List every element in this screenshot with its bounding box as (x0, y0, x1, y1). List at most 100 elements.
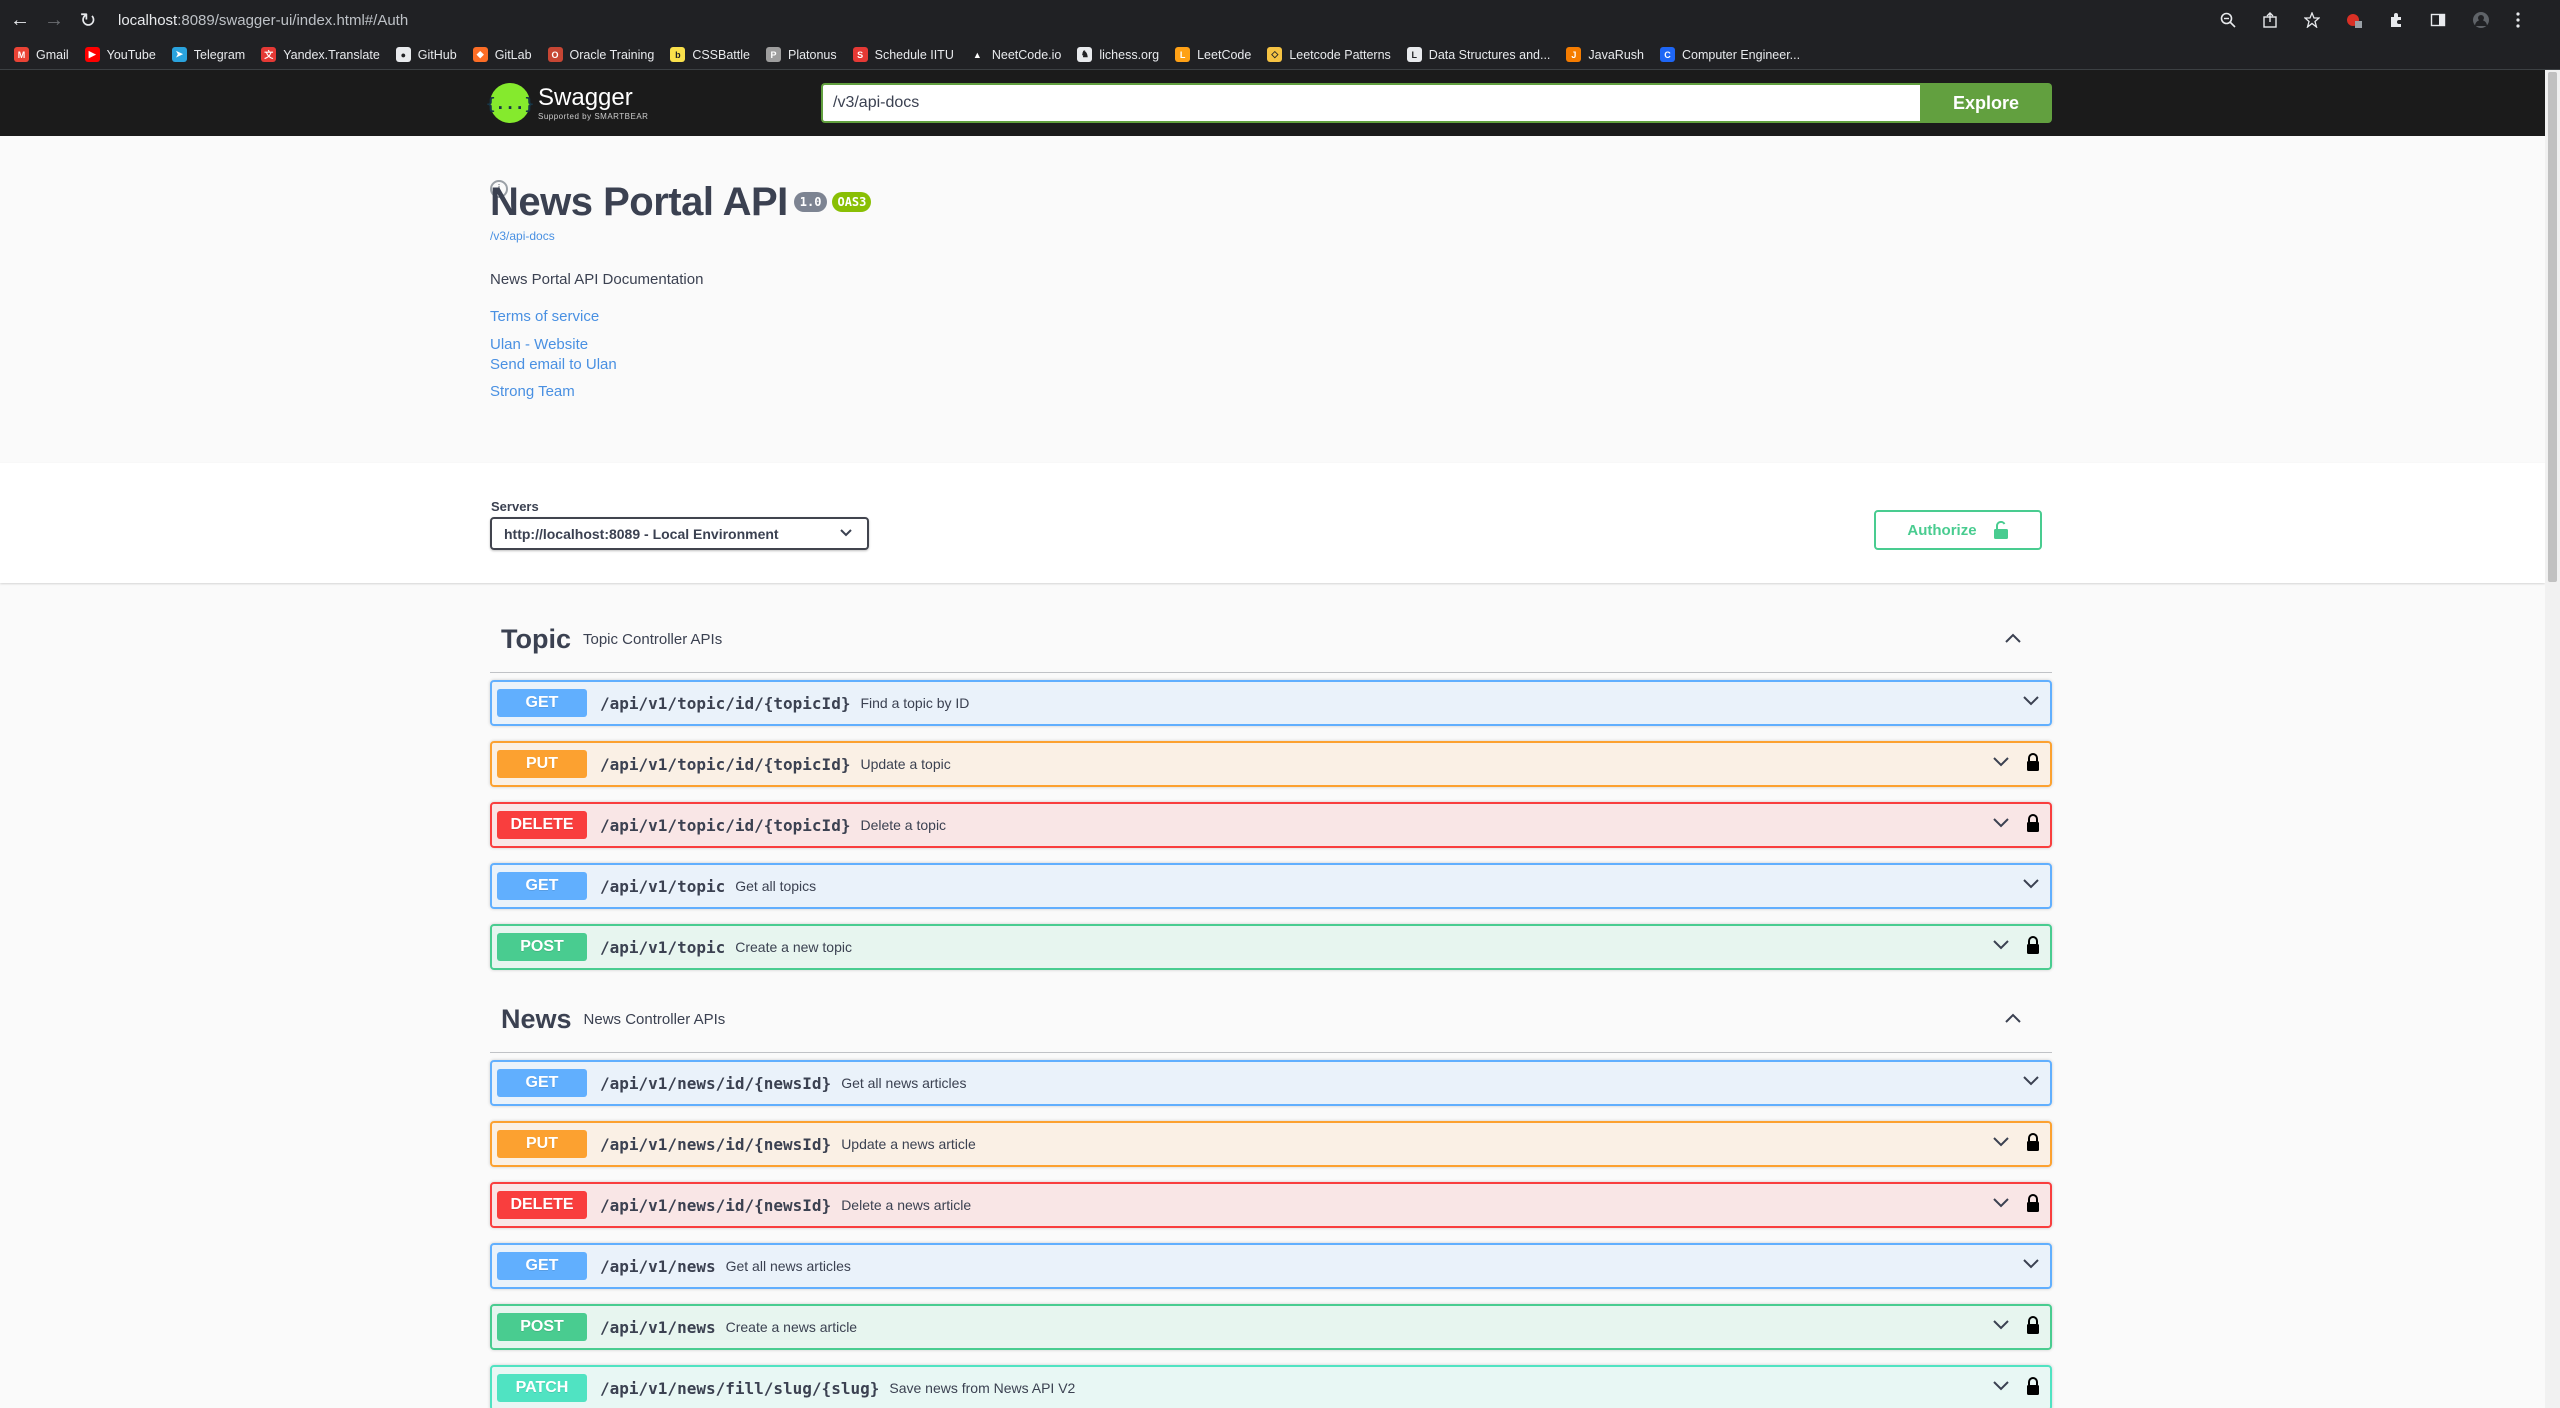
bookmark-favicon-icon: L (1406, 47, 1422, 62)
swagger-logo[interactable]: {...} Swagger Supported by SMARTBEAR (486, 83, 649, 123)
license-link[interactable]: Strong Team (490, 383, 2060, 400)
back-arrow-icon[interactable]: ← (6, 6, 34, 34)
side-panel-icon[interactable] (2430, 12, 2446, 28)
operation-row[interactable]: PUT/api/v1/topic/id/{topicId} Update a to… (490, 741, 2052, 787)
bookmark-item[interactable]: P Platonus (765, 47, 837, 62)
email-link[interactable]: Send email to Ulan (490, 356, 2060, 373)
bookmark-item[interactable]: ◇ Leetcode Patterns (1267, 47, 1391, 62)
operation-row[interactable]: GET/api/v1/news Get all news articles (490, 1243, 2052, 1289)
lock-icon[interactable] (2026, 813, 2040, 837)
scrollbar-thumb[interactable] (2548, 72, 2557, 582)
bookmark-item[interactable]: ▶ YouTube (84, 47, 156, 62)
operation-actions (1992, 1123, 2040, 1165)
bookmark-item[interactable]: L Data Structures and... (1406, 47, 1550, 62)
bookmark-favicon-icon: J (1566, 47, 1582, 62)
bookmark-item[interactable]: ◆ GitLab (472, 47, 532, 62)
tag-section-header[interactable]: Topic Topic Controller APIs (490, 607, 2052, 673)
operation-row[interactable]: PATCH/api/v1/news/fill/slug/{slug} Save n… (490, 1365, 2052, 1408)
bookmark-item[interactable]: b CSSBattle (670, 47, 750, 62)
bookmark-item[interactable]: M Gmail (14, 47, 69, 62)
address-bar[interactable]: i localhost:8089/swagger-ui/index.html#/… (118, 5, 2220, 198)
browser-toolbar: ← → ↻ i localhost:8089/swagger-ui/index.… (0, 0, 2560, 198)
http-method-badge: PUT (497, 750, 587, 778)
share-icon[interactable] (2262, 12, 2278, 28)
zoom-icon[interactable] (2220, 12, 2236, 28)
operation-row[interactable]: POST/api/v1/topic Create a new topic (490, 924, 2052, 970)
chevron-up-icon[interactable] (2004, 631, 2022, 649)
operation-path: /api/v1/news/id/{newsId} (600, 1073, 832, 1093)
authorize-button[interactable]: Authorize (1874, 510, 2042, 550)
chevron-down-icon[interactable] (2022, 694, 2040, 712)
operation-actions (2022, 682, 2040, 724)
bookmark-item[interactable]: S Schedule IITU (852, 47, 954, 62)
operation-row[interactable]: DELETE/api/v1/topic/id/{topicId} Delete a… (490, 802, 2052, 848)
oas-badge: OAS3 (832, 192, 872, 212)
forward-arrow-icon[interactable]: → (40, 6, 68, 34)
bookmark-item[interactable]: C Computer Engineer... (1659, 47, 1800, 62)
extension-badge-icon[interactable] (2346, 12, 2362, 28)
api-docs-link[interactable]: /v3/api-docs (490, 229, 2060, 243)
bookmark-item[interactable]: ➤ Telegram (171, 47, 245, 62)
chevron-up-icon[interactable] (2004, 1011, 2022, 1029)
operation-row[interactable]: GET/api/v1/topic/id/{topicId} Find a topi… (490, 680, 2052, 726)
bookmark-item[interactable]: ● GitHub (395, 47, 457, 62)
page-scrollbar[interactable] (2545, 70, 2560, 1408)
bookmark-label: YouTube (106, 47, 156, 62)
chevron-down-icon[interactable] (1992, 816, 2010, 834)
bookmark-item[interactable]: ▲ NeetCode.io (969, 47, 1061, 62)
operation-path: /api/v1/news (600, 1256, 716, 1276)
servers-select[interactable]: http://localhost:8089 - Local Environmen… (490, 517, 869, 550)
explore-button[interactable]: Explore (1920, 83, 2052, 123)
operation-path: /api/v1/topic/id/{topicId} (600, 693, 851, 713)
bookmark-favicon-icon: P (765, 47, 781, 62)
lock-icon[interactable] (2026, 752, 2040, 776)
bookmark-item[interactable]: 文 Yandex.Translate (261, 47, 380, 62)
lock-icon[interactable] (2026, 1376, 2040, 1400)
chevron-down-icon[interactable] (2022, 1257, 2040, 1275)
bookmark-item[interactable]: L LeetCode (1175, 47, 1251, 62)
tag-section-header[interactable]: News News Controller APIs (490, 987, 2052, 1053)
extensions-puzzle-icon[interactable] (2388, 12, 2404, 28)
bookmark-item[interactable]: O Oracle Training (547, 47, 654, 62)
chevron-down-icon[interactable] (1992, 1196, 2010, 1214)
operation-summary: Create a news article (725, 1319, 858, 1335)
lock-icon[interactable] (2026, 935, 2040, 959)
tag-description: News Controller APIs (583, 1011, 726, 1028)
operation-row[interactable]: GET/api/v1/topic Get all topics (490, 863, 2052, 909)
lock-icon[interactable] (2026, 1315, 2040, 1339)
operation-path: /api/v1/topic/id/{topicId} (600, 754, 851, 774)
bookmark-favicon-icon: ● (395, 47, 411, 62)
http-method-badge: GET (497, 1069, 587, 1097)
lock-icon[interactable] (2026, 1193, 2040, 1217)
chevron-down-icon[interactable] (1992, 1379, 2010, 1397)
bookmark-item[interactable]: J JavaRush (1566, 47, 1644, 62)
chevron-down-icon[interactable] (2022, 1074, 2040, 1092)
chevron-down-icon[interactable] (1992, 1135, 2010, 1153)
operation-row[interactable]: POST/api/v1/news Create a news article (490, 1304, 2052, 1350)
chevron-down-icon[interactable] (1992, 1318, 2010, 1336)
terms-of-service-link[interactable]: Terms of service (490, 308, 2060, 325)
operation-row[interactable]: PUT/api/v1/news/id/{newsId} Update a news… (490, 1121, 2052, 1167)
operation-actions (1992, 1184, 2040, 1226)
lock-icon[interactable] (2026, 1132, 2040, 1156)
tag-name: News (501, 1004, 572, 1034)
swagger-logo-subtext: Supported by SMARTBEAR (538, 111, 649, 121)
chevron-down-icon[interactable] (1992, 938, 2010, 956)
website-link[interactable]: Ulan - Website (490, 336, 2060, 353)
operation-actions (1992, 743, 2040, 785)
bookmark-item[interactable]: ♞ lichess.org (1077, 47, 1159, 62)
operation-row[interactable]: DELETE/api/v1/news/id/{newsId} Delete a n… (490, 1182, 2052, 1228)
browser-menu-icon[interactable] (2516, 12, 2520, 28)
reload-icon[interactable]: ↻ (74, 6, 102, 34)
profile-avatar-icon[interactable] (2472, 11, 2490, 29)
chevron-down-icon[interactable] (2022, 877, 2040, 895)
page-title: News Portal API (490, 180, 788, 224)
operation-path: /api/v1/topic (600, 876, 726, 896)
bookmark-label: GitHub (417, 47, 457, 62)
operation-summary: Create a new topic (735, 939, 852, 955)
url-path: :8089/swagger-ui/index.html#/Auth (177, 11, 409, 29)
bookmark-star-icon[interactable] (2304, 12, 2320, 28)
chevron-down-icon[interactable] (1992, 755, 2010, 773)
operation-row[interactable]: GET/api/v1/news/id/{newsId} Get all news … (490, 1060, 2052, 1106)
spec-url-input[interactable]: /v3/api-docs (821, 83, 1920, 123)
